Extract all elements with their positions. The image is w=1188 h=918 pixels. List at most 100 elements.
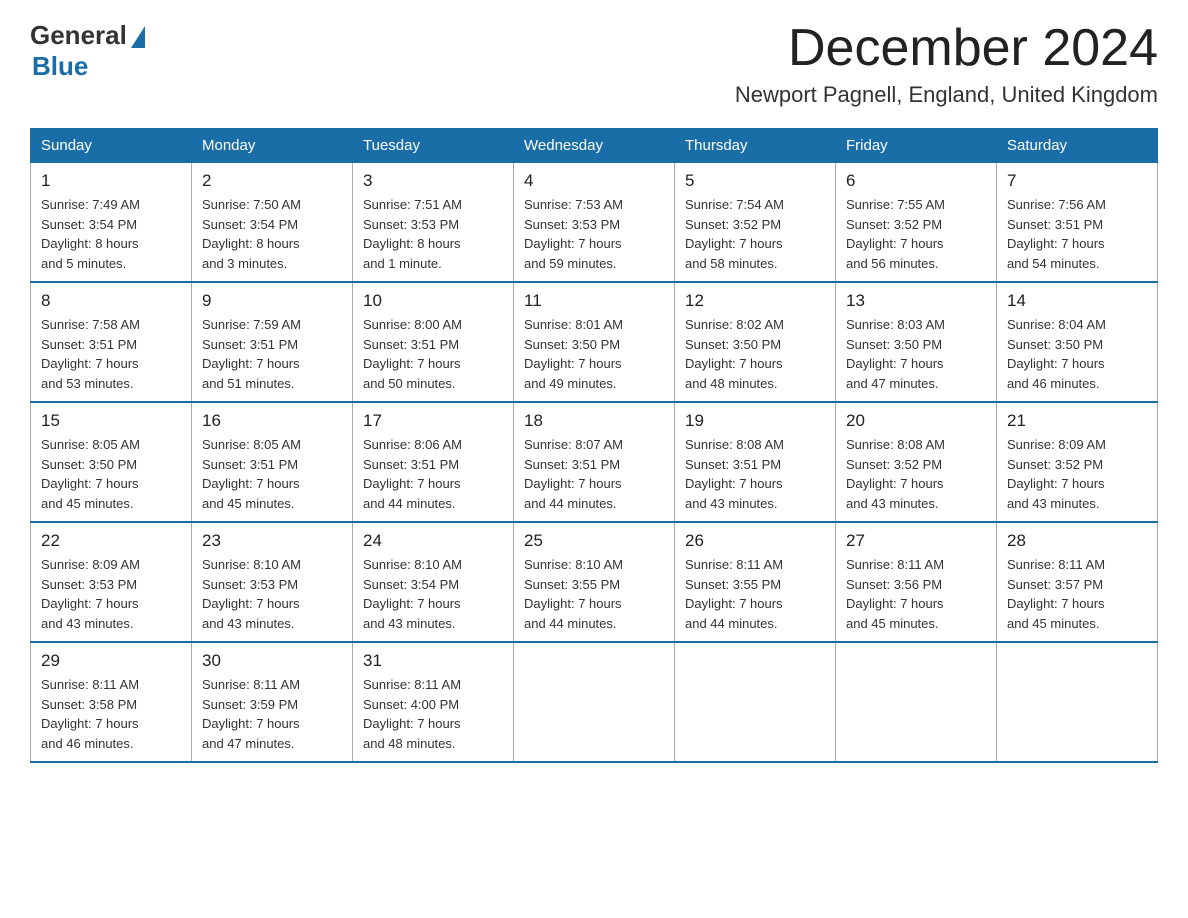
day-number: 7 (1007, 171, 1147, 191)
column-header-monday: Monday (192, 129, 353, 163)
day-info: Sunrise: 7:51 AMSunset: 3:53 PMDaylight:… (363, 197, 462, 271)
day-info: Sunrise: 7:58 AMSunset: 3:51 PMDaylight:… (41, 317, 140, 391)
calendar-table: SundayMondayTuesdayWednesdayThursdayFrid… (30, 128, 1158, 763)
day-number: 4 (524, 171, 664, 191)
calendar-cell: 29 Sunrise: 8:11 AMSunset: 3:58 PMDaylig… (31, 642, 192, 762)
day-number: 16 (202, 411, 342, 431)
calendar-cell: 25 Sunrise: 8:10 AMSunset: 3:55 PMDaylig… (514, 522, 675, 642)
day-number: 5 (685, 171, 825, 191)
calendar-cell: 10 Sunrise: 8:00 AMSunset: 3:51 PMDaylig… (353, 282, 514, 402)
day-info: Sunrise: 8:11 AMSunset: 3:59 PMDaylight:… (202, 677, 300, 751)
calendar-cell: 19 Sunrise: 8:08 AMSunset: 3:51 PMDaylig… (675, 402, 836, 522)
day-number: 12 (685, 291, 825, 311)
day-number: 24 (363, 531, 503, 551)
calendar-cell: 12 Sunrise: 8:02 AMSunset: 3:50 PMDaylig… (675, 282, 836, 402)
day-number: 15 (41, 411, 181, 431)
day-info: Sunrise: 8:09 AMSunset: 3:52 PMDaylight:… (1007, 437, 1106, 511)
calendar-cell: 2 Sunrise: 7:50 AMSunset: 3:54 PMDayligh… (192, 163, 353, 283)
calendar-cell: 16 Sunrise: 8:05 AMSunset: 3:51 PMDaylig… (192, 402, 353, 522)
day-number: 17 (363, 411, 503, 431)
calendar-cell: 28 Sunrise: 8:11 AMSunset: 3:57 PMDaylig… (997, 522, 1158, 642)
logo: General Blue (30, 20, 145, 82)
day-info: Sunrise: 8:11 AMSunset: 3:58 PMDaylight:… (41, 677, 139, 751)
day-info: Sunrise: 8:08 AMSunset: 3:51 PMDaylight:… (685, 437, 784, 511)
day-number: 26 (685, 531, 825, 551)
day-info: Sunrise: 7:55 AMSunset: 3:52 PMDaylight:… (846, 197, 945, 271)
month-year-title: December 2024 (735, 20, 1158, 77)
day-info: Sunrise: 8:01 AMSunset: 3:50 PMDaylight:… (524, 317, 623, 391)
calendar-cell: 23 Sunrise: 8:10 AMSunset: 3:53 PMDaylig… (192, 522, 353, 642)
day-number: 10 (363, 291, 503, 311)
day-info: Sunrise: 8:11 AMSunset: 3:56 PMDaylight:… (846, 557, 944, 631)
day-info: Sunrise: 8:11 AMSunset: 4:00 PMDaylight:… (363, 677, 461, 751)
day-number: 6 (846, 171, 986, 191)
calendar-header: SundayMondayTuesdayWednesdayThursdayFrid… (31, 129, 1158, 163)
day-number: 13 (846, 291, 986, 311)
day-info: Sunrise: 7:59 AMSunset: 3:51 PMDaylight:… (202, 317, 301, 391)
calendar-cell: 18 Sunrise: 8:07 AMSunset: 3:51 PMDaylig… (514, 402, 675, 522)
day-info: Sunrise: 8:10 AMSunset: 3:54 PMDaylight:… (363, 557, 462, 631)
day-info: Sunrise: 8:11 AMSunset: 3:57 PMDaylight:… (1007, 557, 1105, 631)
day-number: 30 (202, 651, 342, 671)
column-header-thursday: Thursday (675, 129, 836, 163)
calendar-cell: 26 Sunrise: 8:11 AMSunset: 3:55 PMDaylig… (675, 522, 836, 642)
column-header-sunday: Sunday (31, 129, 192, 163)
day-info: Sunrise: 7:49 AMSunset: 3:54 PMDaylight:… (41, 197, 140, 271)
column-header-saturday: Saturday (997, 129, 1158, 163)
calendar-week-2: 8 Sunrise: 7:58 AMSunset: 3:51 PMDayligh… (31, 282, 1158, 402)
day-number: 9 (202, 291, 342, 311)
calendar-cell: 21 Sunrise: 8:09 AMSunset: 3:52 PMDaylig… (997, 402, 1158, 522)
day-info: Sunrise: 8:07 AMSunset: 3:51 PMDaylight:… (524, 437, 623, 511)
calendar-body: 1 Sunrise: 7:49 AMSunset: 3:54 PMDayligh… (31, 163, 1158, 763)
calendar-cell: 11 Sunrise: 8:01 AMSunset: 3:50 PMDaylig… (514, 282, 675, 402)
day-number: 29 (41, 651, 181, 671)
day-number: 22 (41, 531, 181, 551)
day-info: Sunrise: 8:09 AMSunset: 3:53 PMDaylight:… (41, 557, 140, 631)
calendar-week-3: 15 Sunrise: 8:05 AMSunset: 3:50 PMDaylig… (31, 402, 1158, 522)
day-number: 14 (1007, 291, 1147, 311)
calendar-cell (675, 642, 836, 762)
day-number: 31 (363, 651, 503, 671)
calendar-week-1: 1 Sunrise: 7:49 AMSunset: 3:54 PMDayligh… (31, 163, 1158, 283)
location-subtitle: Newport Pagnell, England, United Kingdom (735, 82, 1158, 108)
page-header: General Blue December 2024 Newport Pagne… (30, 20, 1158, 108)
calendar-cell: 17 Sunrise: 8:06 AMSunset: 3:51 PMDaylig… (353, 402, 514, 522)
day-info: Sunrise: 7:50 AMSunset: 3:54 PMDaylight:… (202, 197, 301, 271)
calendar-cell (997, 642, 1158, 762)
calendar-week-5: 29 Sunrise: 8:11 AMSunset: 3:58 PMDaylig… (31, 642, 1158, 762)
day-number: 11 (524, 291, 664, 311)
day-number: 25 (524, 531, 664, 551)
calendar-cell: 24 Sunrise: 8:10 AMSunset: 3:54 PMDaylig… (353, 522, 514, 642)
day-number: 3 (363, 171, 503, 191)
calendar-cell: 20 Sunrise: 8:08 AMSunset: 3:52 PMDaylig… (836, 402, 997, 522)
day-number: 18 (524, 411, 664, 431)
calendar-cell (514, 642, 675, 762)
day-number: 21 (1007, 411, 1147, 431)
day-number: 20 (846, 411, 986, 431)
calendar-cell: 31 Sunrise: 8:11 AMSunset: 4:00 PMDaylig… (353, 642, 514, 762)
logo-blue-text: Blue (32, 51, 88, 82)
calendar-cell: 14 Sunrise: 8:04 AMSunset: 3:50 PMDaylig… (997, 282, 1158, 402)
day-info: Sunrise: 7:54 AMSunset: 3:52 PMDaylight:… (685, 197, 784, 271)
day-info: Sunrise: 7:53 AMSunset: 3:53 PMDaylight:… (524, 197, 623, 271)
day-info: Sunrise: 8:03 AMSunset: 3:50 PMDaylight:… (846, 317, 945, 391)
day-info: Sunrise: 8:04 AMSunset: 3:50 PMDaylight:… (1007, 317, 1106, 391)
day-number: 1 (41, 171, 181, 191)
calendar-cell: 1 Sunrise: 7:49 AMSunset: 3:54 PMDayligh… (31, 163, 192, 283)
day-info: Sunrise: 8:10 AMSunset: 3:53 PMDaylight:… (202, 557, 301, 631)
day-info: Sunrise: 8:11 AMSunset: 3:55 PMDaylight:… (685, 557, 783, 631)
day-number: 23 (202, 531, 342, 551)
calendar-cell: 9 Sunrise: 7:59 AMSunset: 3:51 PMDayligh… (192, 282, 353, 402)
calendar-cell: 4 Sunrise: 7:53 AMSunset: 3:53 PMDayligh… (514, 163, 675, 283)
logo-general-text: General (30, 20, 127, 51)
calendar-cell: 15 Sunrise: 8:05 AMSunset: 3:50 PMDaylig… (31, 402, 192, 522)
day-info: Sunrise: 8:00 AMSunset: 3:51 PMDaylight:… (363, 317, 462, 391)
calendar-cell: 22 Sunrise: 8:09 AMSunset: 3:53 PMDaylig… (31, 522, 192, 642)
calendar-cell: 27 Sunrise: 8:11 AMSunset: 3:56 PMDaylig… (836, 522, 997, 642)
calendar-week-4: 22 Sunrise: 8:09 AMSunset: 3:53 PMDaylig… (31, 522, 1158, 642)
day-info: Sunrise: 8:05 AMSunset: 3:51 PMDaylight:… (202, 437, 301, 511)
calendar-cell: 6 Sunrise: 7:55 AMSunset: 3:52 PMDayligh… (836, 163, 997, 283)
calendar-cell: 13 Sunrise: 8:03 AMSunset: 3:50 PMDaylig… (836, 282, 997, 402)
day-info: Sunrise: 8:08 AMSunset: 3:52 PMDaylight:… (846, 437, 945, 511)
day-info: Sunrise: 8:10 AMSunset: 3:55 PMDaylight:… (524, 557, 623, 631)
